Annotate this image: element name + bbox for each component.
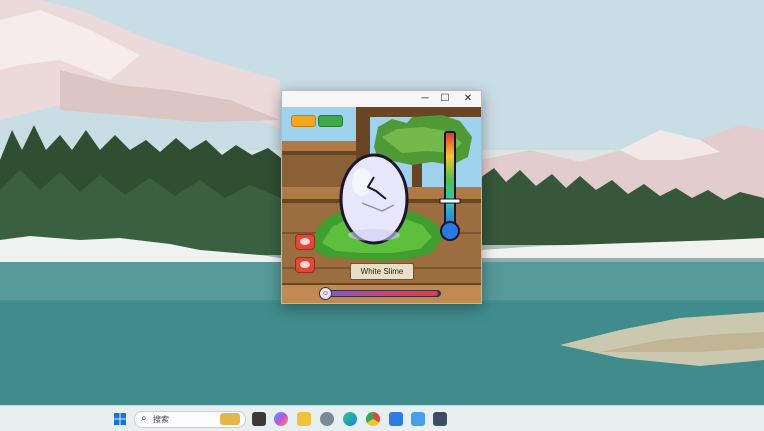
search-highlight-icon <box>220 413 240 425</box>
taskbar: ⌕ 搜索 <box>0 405 764 431</box>
food-icon <box>300 238 310 245</box>
soap-icon <box>300 261 310 268</box>
chrome-icon[interactable] <box>366 412 380 426</box>
copilot-icon[interactable] <box>274 412 288 426</box>
search-placeholder: 搜索 <box>153 414 169 425</box>
game-window: ─ ☐ ✕ <box>281 90 482 304</box>
thermometer-gauge <box>437 131 463 243</box>
maximize-button[interactable]: ☐ <box>435 92 455 106</box>
file-explorer-icon[interactable] <box>297 412 311 426</box>
calculator-icon[interactable] <box>433 412 447 426</box>
settings-icon[interactable] <box>320 412 334 426</box>
search-icon: ⌕ <box>141 413 147 424</box>
window-titlebar[interactable]: ─ ☐ ✕ <box>282 91 481 107</box>
taskbar-search[interactable]: ⌕ 搜索 <box>134 411 246 428</box>
app-icon[interactable] <box>389 412 403 426</box>
feed-button[interactable] <box>295 234 315 250</box>
hud-green-button[interactable] <box>318 115 343 127</box>
hud-yellow-button[interactable] <box>291 115 316 127</box>
close-button[interactable]: ✕ <box>458 92 478 106</box>
edge-icon[interactable] <box>343 412 357 426</box>
minimize-button[interactable]: ─ <box>415 92 435 106</box>
game-scene: White Slime ☺ <box>282 107 481 303</box>
progress-fill <box>325 291 438 296</box>
thermometer-marker <box>440 199 460 203</box>
pet-name-label: White Slime <box>350 263 414 280</box>
windows-start-icon[interactable] <box>113 412 127 426</box>
photos-icon[interactable] <box>411 412 425 426</box>
progress-bar <box>324 290 441 297</box>
progress-knob-icon: ☺ <box>319 287 332 300</box>
task-view-icon[interactable] <box>252 412 266 426</box>
clean-button[interactable] <box>295 257 315 273</box>
